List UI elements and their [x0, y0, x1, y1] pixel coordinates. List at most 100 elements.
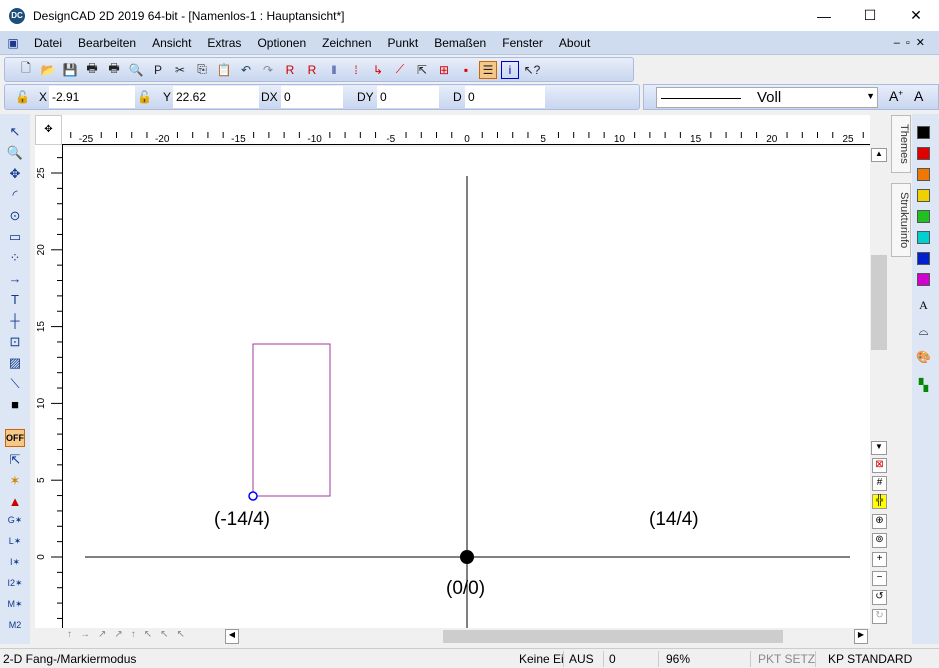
zoom-out-icon[interactable]: −: [872, 571, 887, 586]
snap-l-icon[interactable]: L✶: [5, 536, 25, 554]
snap-m2-icon[interactable]: M2: [5, 620, 25, 638]
parallel-icon[interactable]: ‖: [325, 61, 343, 79]
color-swatch[interactable]: [917, 189, 930, 202]
handles-icon[interactable]: ⊞: [435, 61, 453, 79]
linetype-icon[interactable]: ⟍: [5, 376, 25, 394]
layers-blocks-icon[interactable]: ▚: [915, 378, 932, 395]
snap-i2-icon[interactable]: I2✶: [5, 578, 25, 596]
scroll-left-button[interactable]: ◀: [225, 629, 239, 644]
circle-icon[interactable]: ⊙: [5, 208, 25, 226]
info-icon[interactable]: i: [501, 60, 519, 79]
cut-icon[interactable]: ✂: [171, 61, 189, 79]
font-decrease-icon[interactable]: A: [914, 88, 923, 104]
d-field[interactable]: 0: [465, 86, 545, 108]
drawing-canvas[interactable]: (-14/4) (14/4) (0/0): [63, 147, 870, 628]
scroll-up-button[interactable]: ▲: [871, 148, 887, 162]
hatch-icon[interactable]: ▨: [5, 355, 25, 373]
select-icon[interactable]: ↖: [5, 124, 25, 142]
redo-icon[interactable]: ↷: [259, 61, 277, 79]
document-icon[interactable]: ▣: [0, 36, 26, 50]
cross-grid-icon[interactable]: ╬: [872, 494, 887, 509]
x-field[interactable]: -2.91: [49, 86, 135, 108]
minimize-button[interactable]: —: [801, 0, 847, 31]
menu-datei[interactable]: Datei: [26, 36, 70, 50]
zoom-icon[interactable]: 🔍: [5, 145, 25, 163]
select-arrow-icon[interactable]: ⇱: [413, 61, 431, 79]
text-style-icon[interactable]: A: [915, 298, 932, 315]
rectangle-icon[interactable]: ▭: [5, 229, 25, 247]
magic-icon[interactable]: ✶: [5, 473, 25, 491]
y-field[interactable]: 22.62: [173, 86, 259, 108]
zoom-in-icon[interactable]: +: [872, 552, 887, 567]
text-icon[interactable]: T: [5, 292, 25, 310]
font-increase-icon[interactable]: A+: [889, 88, 903, 104]
linestyle-select[interactable]: Voll ▼: [656, 87, 878, 108]
color-swatch[interactable]: [917, 231, 930, 244]
print-icon[interactable]: 🖶: [83, 61, 101, 79]
scroll-right-button[interactable]: ▶: [854, 629, 868, 644]
dy-field[interactable]: 0: [377, 86, 439, 108]
point-icon[interactable]: ✥: [5, 166, 25, 184]
off-button[interactable]: OFF: [5, 429, 25, 447]
menu-about[interactable]: About: [551, 36, 598, 50]
color-swatch[interactable]: [917, 147, 930, 160]
arc-icon[interactable]: ◜: [5, 187, 25, 205]
ruler-corner-button[interactable]: ✥: [35, 115, 62, 145]
crosshair-icon[interactable]: ┼: [5, 313, 25, 331]
hscroll-thumb[interactable]: [443, 630, 783, 643]
color-swatch[interactable]: [917, 168, 930, 181]
hat-icon[interactable]: ⌓: [915, 324, 932, 341]
grid-lines-icon[interactable]: ⁞: [347, 61, 365, 79]
menu-bearbeiten[interactable]: Bearbeiten: [70, 36, 144, 50]
color-swatch[interactable]: [917, 273, 930, 286]
tab-themes[interactable]: Themes: [891, 115, 911, 173]
open-icon[interactable]: 📂: [39, 61, 57, 79]
symbol-icon[interactable]: ⊡: [5, 334, 25, 352]
snap-m-icon[interactable]: M✶: [5, 599, 25, 617]
fill-icon[interactable]: ■: [5, 397, 25, 415]
color-swatch[interactable]: [917, 126, 930, 139]
menu-bemassen[interactable]: Bemaßen: [426, 36, 494, 50]
copy-icon[interactable]: ⎘: [193, 61, 211, 79]
print-preview-icon[interactable]: 🔍: [127, 61, 145, 79]
properties-icon[interactable]: P: [149, 61, 167, 79]
array-icon[interactable]: ⁘: [5, 250, 25, 268]
menu-extras[interactable]: Extras: [199, 36, 249, 50]
point-select-icon[interactable]: ▪: [457, 61, 475, 79]
snap-line-icon[interactable]: ⟋: [391, 61, 409, 79]
menu-zeichnen[interactable]: Zeichnen: [314, 36, 379, 50]
color-swatch[interactable]: [917, 252, 930, 265]
new-icon[interactable]: 🗋: [17, 61, 35, 79]
horizontal-scrollbar[interactable]: ↑→↗↗↑↖↖↖ ◀ ▶: [63, 628, 870, 645]
redraw-new-icon[interactable]: R: [281, 61, 299, 79]
menu-punkt[interactable]: Punkt: [380, 36, 427, 50]
layers-icon[interactable]: ☰: [479, 60, 497, 79]
paste-icon[interactable]: 📋: [215, 61, 233, 79]
menu-optionen[interactable]: Optionen: [249, 36, 314, 50]
select-cursor-icon[interactable]: ⇱: [5, 452, 25, 470]
lock-x-icon[interactable]: 🔓: [15, 90, 30, 104]
maximize-button[interactable]: ☐: [847, 0, 893, 31]
direction-arrows[interactable]: ↑→↗↗↑↖↖↖: [67, 629, 193, 640]
mdi-window-controls[interactable]: –▫✕: [894, 36, 939, 49]
help-icon[interactable]: ↖?: [523, 61, 541, 79]
color-swatch[interactable]: [917, 210, 930, 223]
save-icon[interactable]: 💾: [61, 61, 79, 79]
scroll-down-button[interactable]: ▼: [871, 441, 887, 455]
snap-i-icon[interactable]: I✶: [5, 557, 25, 575]
palette-icon[interactable]: 🎨: [915, 350, 932, 367]
undo-icon[interactable]: ↶: [237, 61, 255, 79]
lock-y-icon[interactable]: 🔓: [137, 90, 152, 104]
close-button[interactable]: ✕: [893, 0, 939, 31]
menu-ansicht[interactable]: Ansicht: [144, 36, 199, 50]
menu-fenster[interactable]: Fenster: [494, 36, 551, 50]
dx-field[interactable]: 0: [281, 86, 343, 108]
delete-view-icon[interactable]: ⊠: [872, 458, 887, 473]
vertical-scrollbar[interactable]: ▲ ▼: [870, 147, 888, 455]
scroll-thumb[interactable]: [871, 255, 887, 350]
tab-strukturinfo[interactable]: Strukturinfo: [891, 183, 911, 257]
redraw-icon[interactable]: R: [303, 61, 321, 79]
axis-icon[interactable]: ↳: [369, 61, 387, 79]
zoom-all-icon[interactable]: ⊚: [872, 533, 887, 548]
zoom-window-icon[interactable]: ⊕: [872, 514, 887, 529]
